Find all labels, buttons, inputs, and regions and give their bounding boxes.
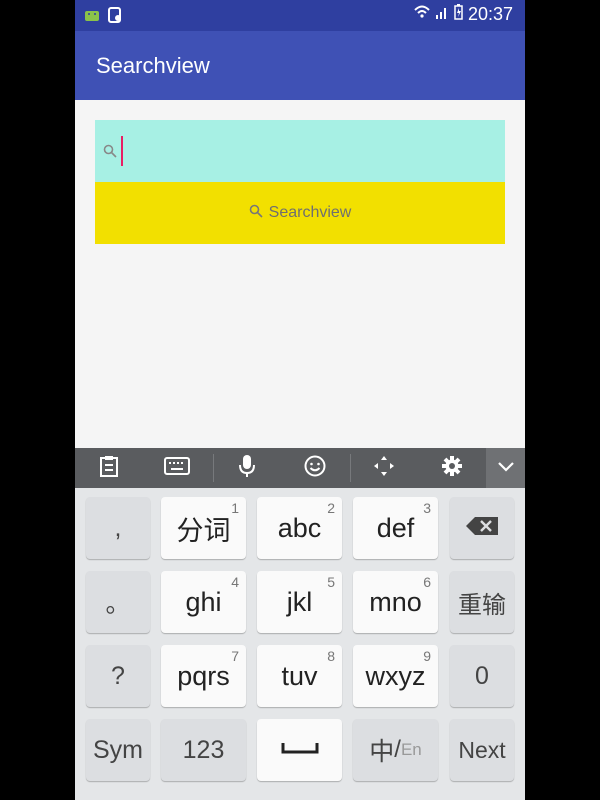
wifi-icon [414, 5, 430, 24]
settings-button[interactable] [418, 448, 486, 488]
key-7-pqrs[interactable]: pqrs 7 [161, 645, 246, 707]
search-icon [249, 204, 263, 223]
keyboard-switch-button[interactable] [143, 448, 211, 488]
text-cursor [121, 136, 123, 166]
key-4-ghi[interactable]: ghi 4 [161, 571, 246, 633]
searchview-focused[interactable] [95, 120, 505, 182]
key-comma[interactable]: , [86, 497, 150, 559]
emoji-icon [304, 455, 326, 482]
key-6-mno[interactable]: mno 6 [353, 571, 438, 633]
space-key[interactable] [257, 719, 342, 781]
keyboard-toolbar [75, 448, 525, 488]
app-title: Searchview [96, 53, 210, 78]
searchview-collapsed[interactable]: Searchview [95, 182, 505, 244]
toolbar-collapse-button[interactable] [486, 448, 525, 488]
sim-icon [108, 7, 122, 28]
key-8-tuv[interactable]: tuv 8 [257, 645, 342, 707]
search-hint: Searchview [268, 204, 352, 221]
key-123[interactable]: 123 [161, 719, 246, 781]
key-9-wxyz[interactable]: wxyz 9 [353, 645, 438, 707]
mic-icon [239, 454, 255, 483]
key-1-segment[interactable]: 分词 1 [161, 497, 246, 559]
clipboard-icon [99, 455, 119, 482]
key-retype[interactable]: 重输 [450, 571, 514, 633]
emoji-button[interactable] [281, 448, 349, 488]
voice-input-button[interactable] [213, 448, 281, 488]
backspace-icon [465, 516, 499, 541]
chevron-down-icon [497, 459, 515, 477]
app-bar: Searchview [75, 31, 525, 100]
key-2-abc[interactable]: abc 2 [257, 497, 342, 559]
key-3-def[interactable]: def 3 [353, 497, 438, 559]
cursor-move-button[interactable] [350, 448, 418, 488]
battery-icon [454, 4, 463, 25]
android-icon [84, 7, 100, 28]
status-bar: 20:37 [75, 0, 525, 31]
keyboard: , 。 ? Sym 分词 1 abc 2 def 3 ghi 4 jkl 5 m… [75, 488, 525, 800]
gear-icon [441, 455, 463, 482]
key-question[interactable]: ? [86, 645, 150, 707]
key-period[interactable]: 。 [86, 571, 150, 633]
key-5-jkl[interactable]: jkl 5 [257, 571, 342, 633]
move-cursor-icon [372, 454, 396, 483]
phone-screen: 20:37 Searchview Searchview , 。 ? Sym 分词… [75, 0, 525, 800]
clipboard-button[interactable] [75, 448, 143, 488]
space-icon [281, 741, 319, 760]
search-icon [103, 144, 117, 163]
key-language-switch[interactable]: 中 / En [353, 719, 438, 781]
status-clock: 20:37 [467, 4, 513, 24]
key-next[interactable]: Next [450, 719, 514, 781]
keyboard-icon [164, 456, 190, 480]
signal-icon [435, 5, 449, 24]
backspace-key[interactable] [450, 497, 514, 559]
key-zero[interactable]: 0 [450, 645, 514, 707]
key-sym[interactable]: Sym [86, 719, 150, 781]
